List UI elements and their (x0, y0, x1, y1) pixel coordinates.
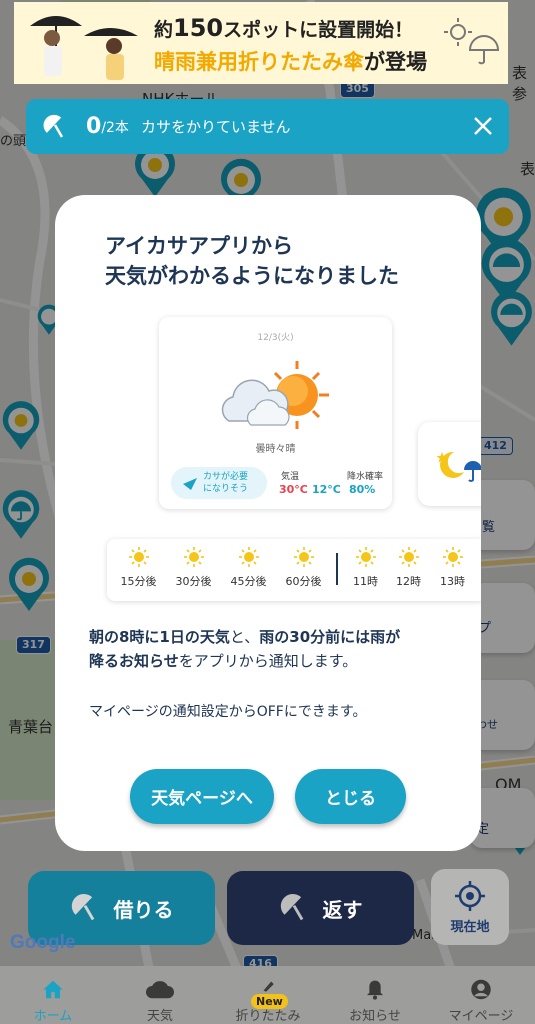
weather-date: 12/3(火) (257, 333, 294, 343)
rain-probability-label: 降水確率 (347, 472, 384, 482)
nav-label-weather: 天気 (146, 1009, 173, 1024)
forecast-label: 30分後 (175, 575, 212, 588)
modal-note: マイページの通知設定からOFFにできます。 (89, 704, 367, 720)
description-bold-1: 朝の8時に1日の天気 (89, 628, 230, 646)
borrow-label: 借りる (113, 897, 174, 922)
night-weather-card (418, 422, 481, 506)
banner-product: 晴雨兼用折りたたみ傘 (154, 50, 364, 74)
cloud-icon (146, 981, 174, 999)
weather-preview-card: 12/3(火) 曇時々晴 カサが必要 になりそう 気温 30°C 12°C 降水… (159, 317, 392, 509)
banner-spot-count: 150 (173, 14, 224, 42)
nav-item-folding[interactable]: New 折りたたみ (218, 966, 318, 1024)
sun-icon (183, 547, 204, 567)
banner-headline: 約150スポットに設置開始！ (154, 14, 413, 42)
rental-status-bar[interactable]: 0 /2本 カサをかりていません (26, 99, 509, 154)
sun-icon (238, 547, 259, 567)
promo-banner[interactable]: 約150スポットに設置開始！ 晴雨兼用折りたたみ傘が登場 (14, 2, 508, 84)
umbrella-icon (280, 893, 303, 921)
current-location-button[interactable]: 現在地 (431, 869, 509, 945)
modal-description: 朝の8時に1日の天気と、雨の30分前には雨が 降るお知らせをアプリから通知します… (89, 625, 400, 673)
temperature-label: 気温 (281, 472, 300, 482)
nav-item-weather[interactable]: 天気 (110, 966, 210, 1024)
modal-title: アイカサアプリから 天気がわかるようになりました (105, 231, 399, 291)
banner-subheadline: 晴雨兼用折りたたみ傘が登場 (154, 46, 427, 76)
moon-star-umbrella-icon (436, 451, 481, 482)
google-logo: Google (10, 932, 76, 953)
weather-feature-modal: アイカサアプリから 天気がわかるようになりました 12/3(火) 曇時々晴 カサ… (55, 195, 481, 851)
description-normal-1: と、 (229, 628, 260, 646)
rental-status-text: カサをかりていません (140, 118, 291, 136)
nav-label-mypage: マイページ (448, 1009, 514, 1024)
sun-icon (355, 547, 376, 567)
description-normal-2: をアプリから通知します。 (178, 652, 358, 670)
umbrella-icon (43, 114, 64, 138)
temperature-high: 30°C (279, 483, 308, 496)
home-icon (43, 980, 63, 999)
description-bold-3: 降るお知らせ (89, 652, 179, 670)
temperature-low: 12°C (312, 483, 341, 496)
nav-label-home: ホーム (33, 1009, 73, 1024)
nav-item-mypage[interactable]: マイページ (431, 966, 531, 1024)
rental-unit: /2本 (101, 119, 129, 136)
sun-icon (442, 547, 463, 567)
return-label: 返す (322, 897, 363, 922)
banner-tail: が登場 (364, 50, 427, 74)
umbrella-needed-line2: になりそう (203, 484, 249, 494)
banner-people-illustration (30, 16, 138, 80)
forecast-label: 13時 (440, 575, 465, 588)
sun-icon (293, 547, 314, 567)
weather-condition: 曇時々晴 (255, 444, 296, 455)
return-button[interactable]: 返す (227, 871, 414, 945)
forecast-item: 15分後 (111, 539, 166, 589)
forecast-item: 13時 (425, 539, 480, 589)
forecast-label: 45分後 (230, 575, 267, 588)
bottom-navigation: ホーム 天気 New 折りたたみ お知らせ マイページ (0, 966, 535, 1024)
bell-icon (366, 980, 384, 1000)
nav-item-notice[interactable]: お知らせ (325, 966, 425, 1024)
forecast-item: 45分後 (221, 539, 276, 589)
hourly-forecast-strip: 15分後 30分後 45分後 60分後 11時 12時 13時 (107, 539, 481, 601)
description-bold-2: 雨の30分前には雨が (259, 628, 401, 646)
forecast-label: 60分後 (285, 575, 322, 588)
modal-title-line2: 天気がわかるようになりました (105, 264, 399, 288)
modal-title-line1: アイカサアプリから (105, 234, 293, 258)
banner-prefix: 約 (154, 19, 174, 41)
forecast-label: 15分後 (120, 575, 157, 588)
rain-probability-value: 80% (349, 483, 376, 496)
crosshair-icon (455, 880, 485, 911)
current-location-label: 現在地 (450, 919, 490, 935)
user-icon (471, 979, 491, 1000)
weather-page-button[interactable]: 天気ページへ (130, 769, 274, 824)
umbrella-needed-text: カサが必要 になりそう (203, 471, 248, 495)
forecast-item: 30分後 (166, 539, 221, 589)
cloud-sun-icon (221, 361, 329, 429)
sun-icon (398, 547, 419, 567)
nav-label-notice: お知らせ (349, 1009, 401, 1024)
sun-umbrella-icon (444, 18, 500, 65)
nav-item-home[interactable]: ホーム (3, 966, 103, 1024)
umbrella-icon (183, 478, 197, 490)
umbrella-needed-chip: カサが必要 になりそう (171, 467, 267, 499)
umbrella-icon (71, 893, 94, 921)
folding-umbrella-icon (263, 981, 274, 992)
close-modal-button[interactable]: とじる (295, 769, 406, 824)
banner-suffix: スポットに設置開始！ (223, 19, 414, 41)
rental-count: 0 (86, 114, 102, 139)
umbrella-needed-line1: カサが必要 (203, 472, 249, 482)
close-icon[interactable] (471, 114, 495, 138)
sun-icon (128, 547, 149, 567)
forecast-item: 60分後 (276, 539, 331, 589)
new-badge: New (251, 994, 288, 1009)
